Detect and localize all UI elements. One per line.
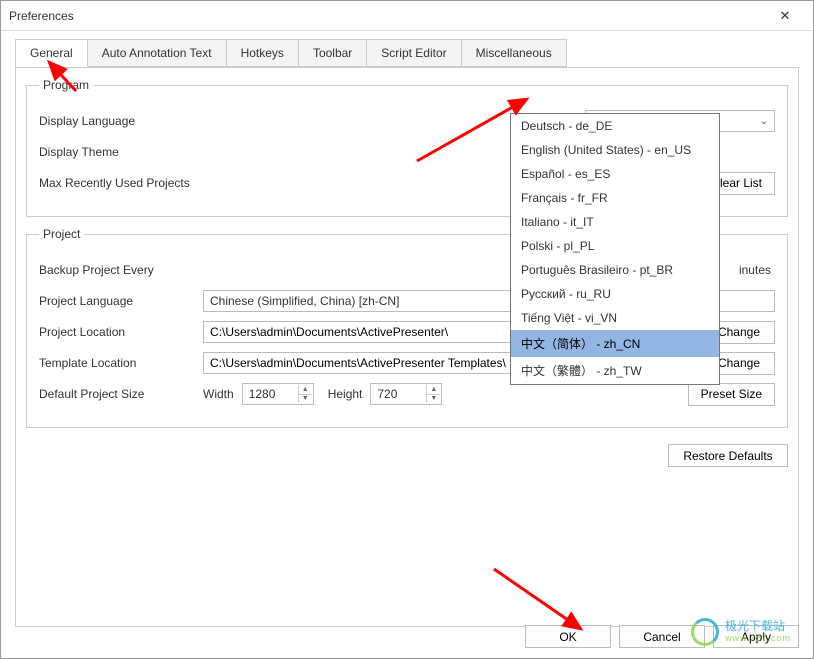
width-label: Width: [203, 387, 234, 401]
language-option[interactable]: Tiếng Việt - vi_VN: [511, 306, 719, 330]
tab-script-editor[interactable]: Script Editor: [366, 39, 461, 67]
spin-down-icon[interactable]: ▼: [427, 395, 440, 404]
spin-down-icon[interactable]: ▼: [299, 395, 312, 404]
default-size-label: Default Project Size: [39, 387, 203, 401]
display-language-label: Display Language: [39, 114, 203, 128]
dialog-footer: OK Cancel Apply: [525, 625, 799, 648]
project-legend: Project: [39, 227, 84, 241]
restore-defaults-button[interactable]: Restore Defaults: [668, 444, 788, 467]
height-spinner[interactable]: 720 ▲▼: [370, 383, 442, 405]
language-option[interactable]: Français - fr_FR: [511, 186, 719, 210]
language-option[interactable]: Русский - ru_RU: [511, 282, 719, 306]
cancel-button[interactable]: Cancel: [619, 625, 705, 648]
language-option[interactable]: Português Brasileiro - pt_BR: [511, 258, 719, 282]
language-option[interactable]: English (United States) - en_US: [511, 138, 719, 162]
height-value: 720: [377, 387, 397, 401]
height-label: Height: [328, 387, 363, 401]
template-location-label: Template Location: [39, 356, 203, 370]
width-spinner[interactable]: 1280 ▲▼: [242, 383, 314, 405]
apply-button[interactable]: Apply: [713, 625, 799, 648]
tab-miscellaneous[interactable]: Miscellaneous: [461, 39, 567, 67]
ok-button[interactable]: OK: [525, 625, 611, 648]
language-dropdown-list[interactable]: Deutsch - de_DEEnglish (United States) -…: [510, 113, 720, 385]
language-option[interactable]: Italiano - it_IT: [511, 210, 719, 234]
language-option[interactable]: Deutsch - de_DE: [511, 114, 719, 138]
project-language-label: Project Language: [39, 294, 203, 308]
language-option[interactable]: Polski - pl_PL: [511, 234, 719, 258]
backup-unit-suffix: inutes: [739, 263, 771, 277]
close-button[interactable]: ✕: [765, 8, 805, 24]
spin-up-icon[interactable]: ▲: [299, 385, 312, 395]
backup-label: Backup Project Every: [39, 263, 203, 277]
window-title: Preferences: [9, 9, 765, 23]
tab-panel-general: Program Display Language 中文（简体） - zh_CN …: [15, 67, 799, 627]
tab-hotkeys[interactable]: Hotkeys: [226, 39, 299, 67]
chevron-down-icon: ⌄: [760, 116, 768, 127]
width-value: 1280: [249, 387, 276, 401]
spin-up-icon[interactable]: ▲: [427, 385, 440, 395]
display-theme-label: Display Theme: [39, 145, 203, 159]
program-legend: Program: [39, 78, 93, 92]
tab-bar: General Auto Annotation Text Hotkeys Too…: [1, 31, 813, 67]
max-recent-label: Max Recently Used Projects: [39, 176, 259, 190]
tab-toolbar[interactable]: Toolbar: [298, 39, 367, 67]
project-language-value: Chinese (Simplified, China) [zh-CN]: [210, 294, 399, 308]
language-option[interactable]: Español - es_ES: [511, 162, 719, 186]
tab-general[interactable]: General: [15, 39, 88, 67]
language-option[interactable]: 中文（繁體） - zh_TW: [511, 357, 719, 384]
preset-size-button[interactable]: Preset Size: [688, 383, 775, 406]
language-option[interactable]: 中文（简体） - zh_CN: [511, 330, 719, 357]
titlebar: Preferences ✕: [1, 1, 813, 31]
project-location-label: Project Location: [39, 325, 203, 339]
tab-auto-annotation[interactable]: Auto Annotation Text: [87, 39, 227, 67]
